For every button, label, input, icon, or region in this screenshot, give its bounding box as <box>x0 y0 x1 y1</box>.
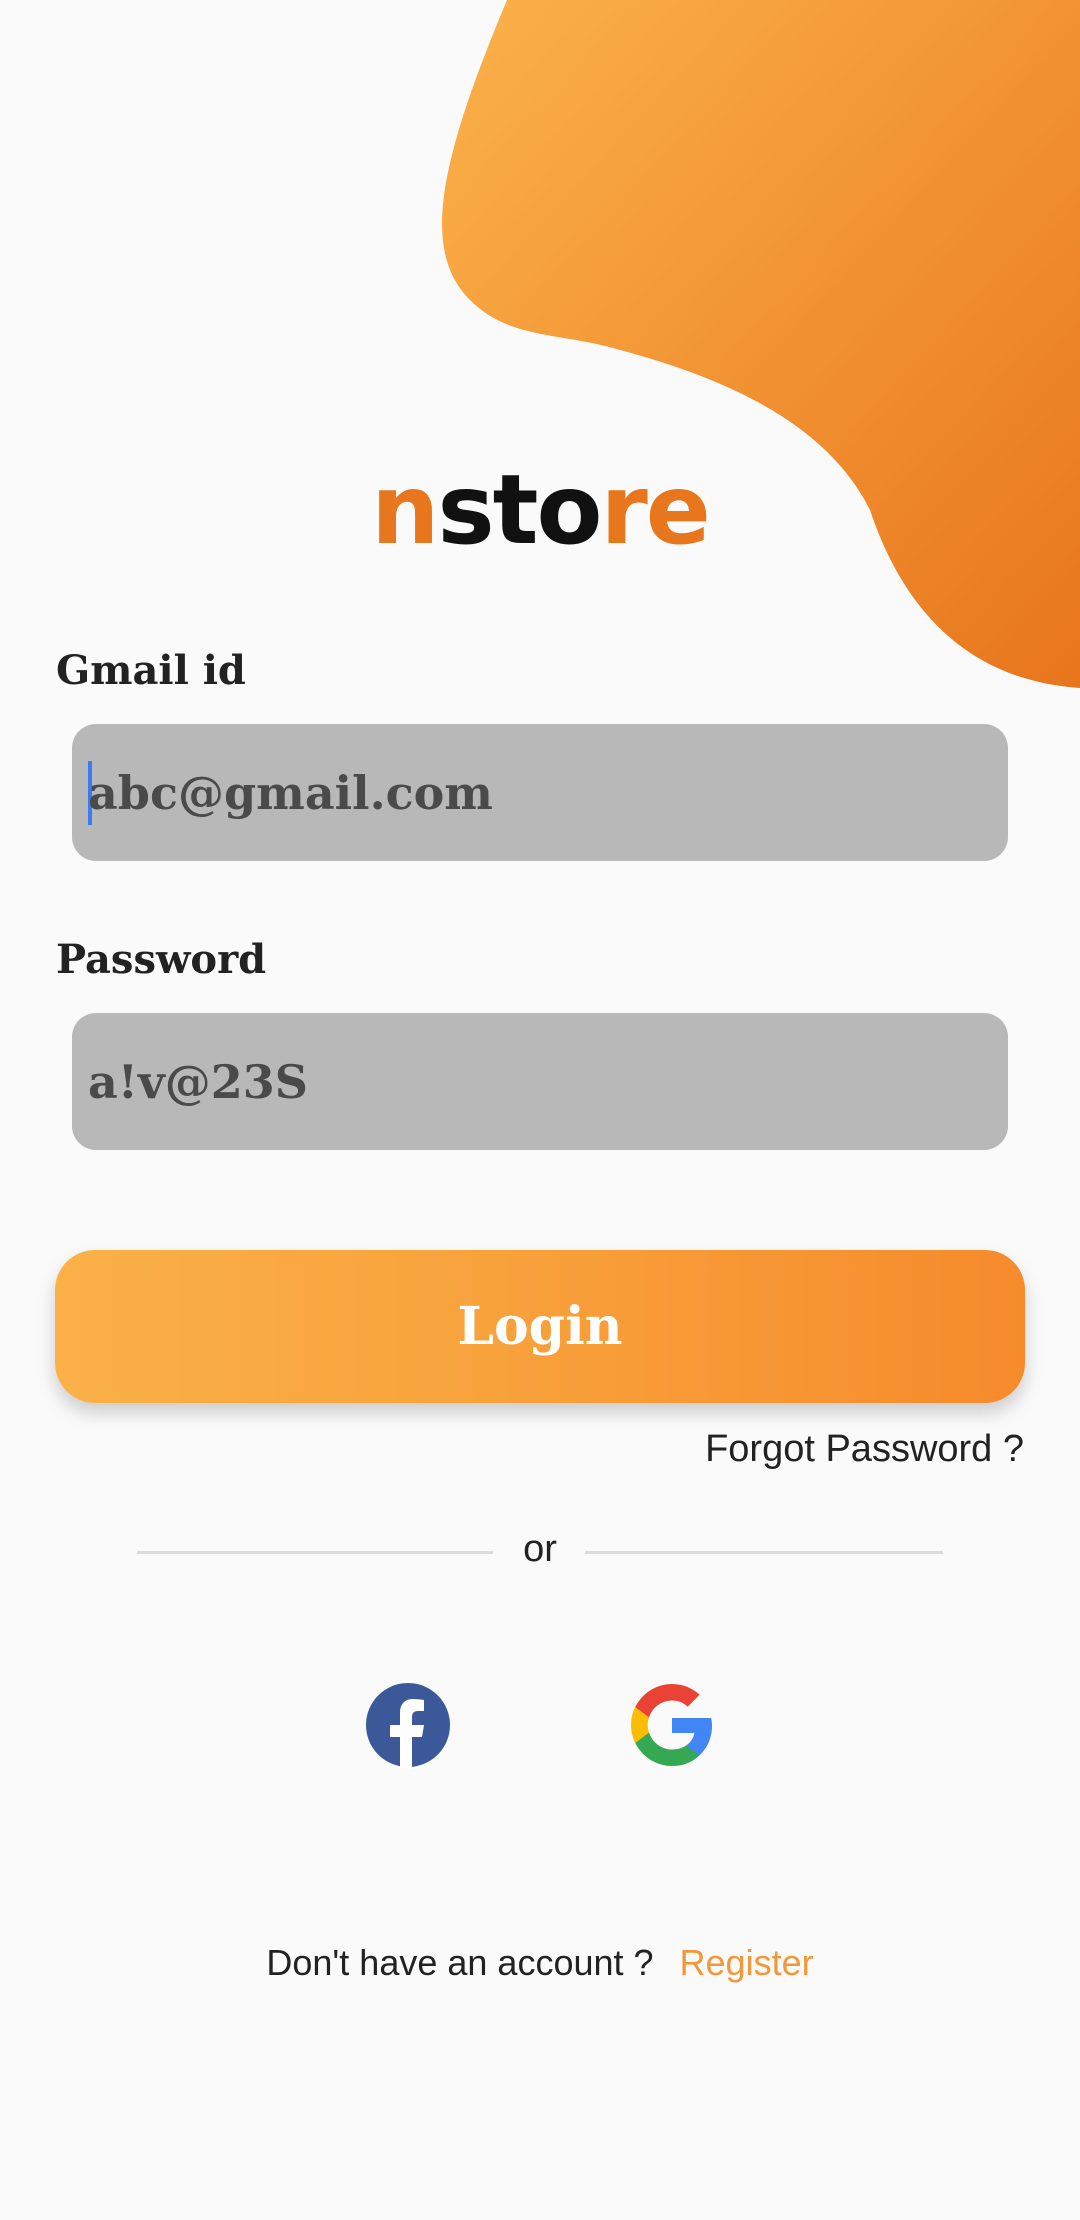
email-field[interactable]: abc@gmail.com <box>72 724 1008 861</box>
register-prompt: Don't have an account ? Register <box>0 1942 1080 1984</box>
forgot-password-link[interactable]: Forgot Password ? <box>705 1428 1024 1471</box>
email-label: Gmail id <box>56 647 246 694</box>
logo-part-2: sto <box>437 454 602 566</box>
login-button[interactable]: Login <box>55 1250 1025 1403</box>
logo-part-1: n <box>371 454 439 566</box>
google-login-button[interactable] <box>617 1670 727 1780</box>
no-account-text: Don't have an account ? <box>266 1942 654 1983</box>
logo-part-3: re <box>600 454 710 566</box>
google-icon <box>631 1684 712 1766</box>
facebook-login-button[interactable] <box>353 1670 463 1780</box>
facebook-icon <box>366 1683 450 1769</box>
email-value: abc@gmail.com <box>88 765 493 820</box>
password-field[interactable]: a!v@23S <box>72 1013 1008 1150</box>
password-value: a!v@23S <box>88 1054 308 1109</box>
register-link[interactable]: Register <box>680 1942 814 1983</box>
app-logo: nstore <box>0 455 1080 565</box>
password-label: Password <box>56 936 267 983</box>
divider-right <box>585 1551 943 1554</box>
decorative-blob <box>442 0 1080 688</box>
login-button-label: Login <box>457 1296 623 1357</box>
or-divider-text: or <box>523 1528 557 1570</box>
